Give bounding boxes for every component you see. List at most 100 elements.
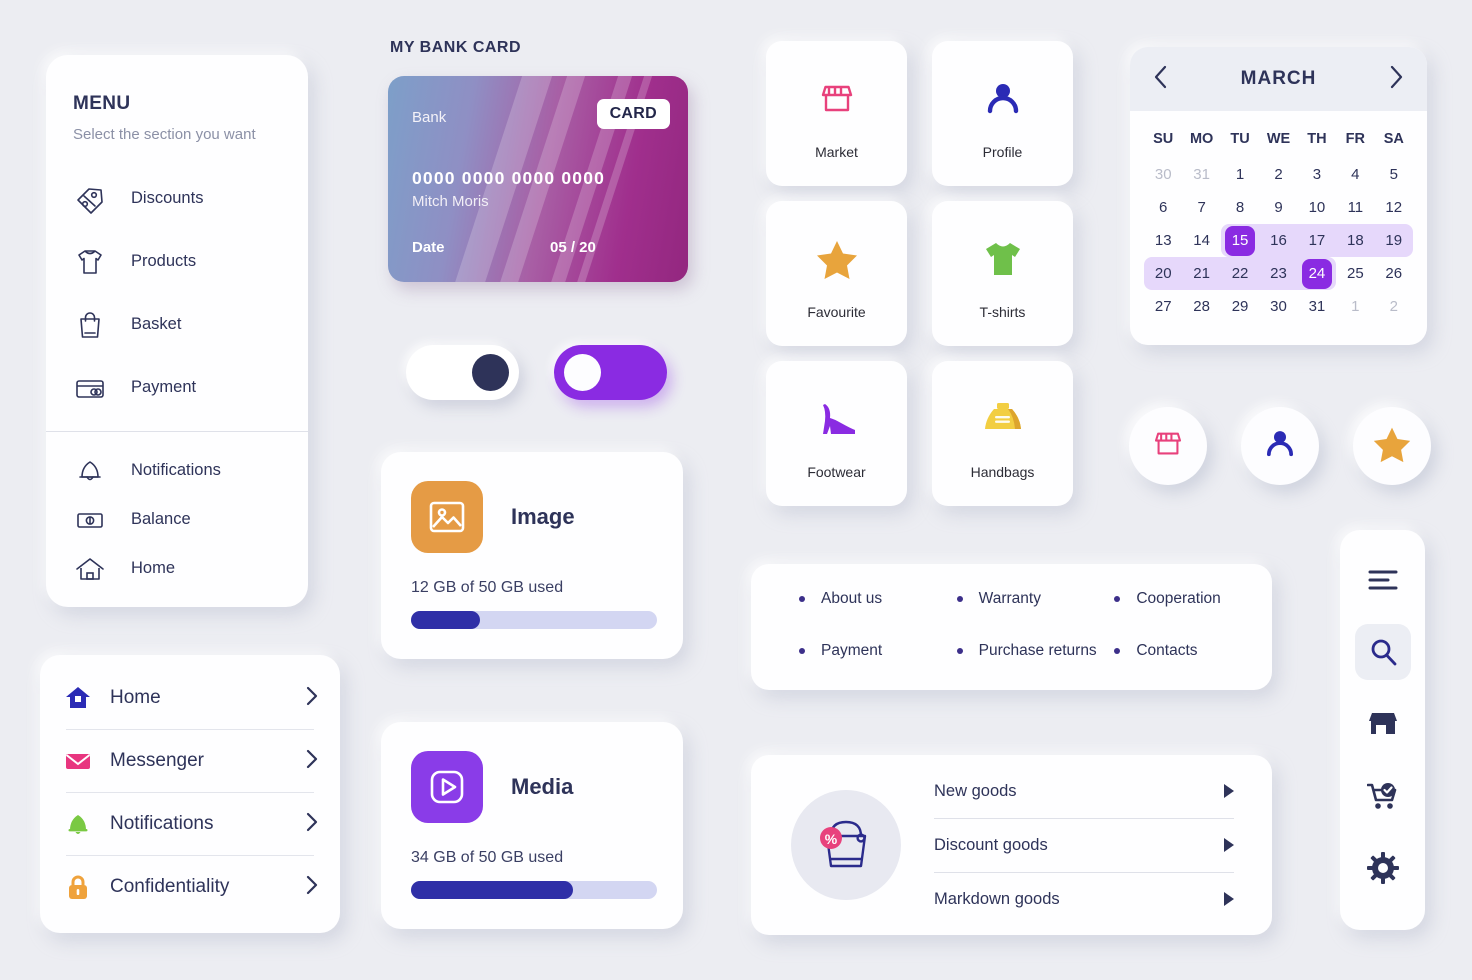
calendar-week-row: 20 21 22 23 24 25 26 — [1144, 257, 1413, 290]
storage-title: Image — [511, 504, 575, 529]
calendar-day-cell[interactable]: 14 — [1182, 224, 1220, 257]
calendar-day-cell[interactable]: 7 — [1182, 191, 1220, 224]
goods-row-label: New goods — [934, 781, 1017, 800]
calendar-day-cell[interactable]: 23 — [1259, 257, 1298, 290]
circle-button-profile[interactable] — [1241, 407, 1319, 485]
calendar-day-cell[interactable]: 12 — [1375, 191, 1413, 224]
category-tile-favourite[interactable]: Favourite — [766, 201, 907, 346]
calendar-day-cell[interactable]: 4 — [1336, 158, 1374, 191]
footer-link[interactable]: Cooperation — [1114, 590, 1272, 608]
calendar-day-cell[interactable]: 30 — [1144, 158, 1182, 191]
calendar-day-cell[interactable]: 31 — [1182, 158, 1220, 191]
bullet-dot-icon — [799, 648, 805, 654]
bank-card[interactable]: Bank CARD 0000 0000 0000 0000 Mitch Mori… — [388, 76, 688, 282]
store-filled-icon[interactable] — [1355, 696, 1411, 752]
chevron-right-icon[interactable] — [1388, 64, 1405, 95]
cart-check-icon[interactable] — [1355, 768, 1411, 824]
goods-row[interactable]: New goods — [934, 765, 1234, 818]
calendar-day-cell[interactable]: 17 — [1297, 224, 1337, 257]
calendar-day-cell[interactable]: 2 — [1375, 290, 1413, 323]
calendar-day-cell[interactable]: 22 — [1220, 257, 1260, 290]
calendar-day-cell[interactable]: 15 — [1220, 224, 1260, 257]
play-square-icon — [411, 751, 483, 823]
menu-item-label: Basket — [131, 315, 182, 333]
category-tile-profile[interactable]: Profile — [932, 41, 1073, 186]
calendar-day-cell[interactable]: 28 — [1182, 290, 1220, 323]
calendar-day-cell[interactable]: 20 — [1144, 257, 1183, 290]
chevron-right-icon — [306, 749, 318, 774]
calendar-day-cell[interactable]: 2 — [1259, 158, 1297, 191]
calendar-day-cell[interactable]: 9 — [1259, 191, 1297, 224]
footer-link[interactable]: Warranty — [956, 590, 1115, 608]
menu-item-basket[interactable]: Basket — [46, 293, 308, 356]
icon-toolbar — [1340, 530, 1425, 930]
nav-row-messenger[interactable]: Messenger — [40, 730, 340, 792]
menu-item-payment[interactable]: Payment — [46, 356, 308, 419]
search-icon[interactable] — [1354, 624, 1411, 680]
calendar-day-cell[interactable]: 27 — [1144, 290, 1182, 323]
category-label: Profile — [982, 143, 1023, 160]
category-tile-market[interactable]: Market — [766, 41, 907, 186]
menu-item-balance[interactable]: Balance — [46, 495, 308, 544]
calendar-day-cell[interactable]: 18 — [1336, 224, 1375, 257]
category-tile-footwear[interactable]: Footwear — [766, 361, 907, 506]
category-tile-tshirts[interactable]: T-shirts — [932, 201, 1073, 346]
menu-item-products[interactable]: Products — [46, 230, 308, 293]
nav-row-home[interactable]: Home — [40, 667, 340, 729]
calendar-day-cell[interactable]: 19 — [1374, 224, 1413, 257]
gear-icon[interactable] — [1355, 840, 1411, 896]
nav-row-label: Confidentiality — [110, 876, 230, 897]
toggle-switch-off[interactable] — [406, 345, 519, 400]
calendar-day-cell[interactable]: 8 — [1221, 191, 1259, 224]
goods-row[interactable]: Markdown goods — [934, 873, 1234, 926]
footer-link[interactable]: Contacts — [1114, 642, 1272, 660]
calendar-day-cell[interactable]: 1 — [1336, 290, 1374, 323]
hamburger-menu-icon[interactable] — [1355, 552, 1411, 608]
bullet-dot-icon — [956, 648, 963, 654]
toggle-switch-on[interactable] — [554, 345, 667, 400]
category-tile-handbags[interactable]: Handbags — [932, 361, 1073, 506]
calendar-day-cell[interactable]: 1 — [1221, 158, 1259, 191]
calendar-day-cell[interactable]: 11 — [1336, 191, 1374, 224]
menu-item-notifications[interactable]: Notifications — [46, 446, 308, 495]
nav-row-notifications[interactable]: Notifications — [40, 793, 340, 855]
calendar-day-cell[interactable]: 10 — [1298, 191, 1336, 224]
circle-button-favourite[interactable] — [1353, 407, 1431, 485]
calendar-day-cell[interactable]: 25 — [1336, 257, 1374, 290]
calendar-weeks: 30 31 1 2 3 4 5 6 7 8 9 10 11 12 13 14 15 16 17 18 19 20 21 22 2… — [1144, 158, 1413, 323]
circle-button-market[interactable] — [1129, 407, 1207, 485]
chevron-left-icon[interactable] — [1152, 64, 1169, 95]
user-icon — [1262, 426, 1298, 467]
calendar-day-cell[interactable]: 26 — [1375, 257, 1413, 290]
calendar-day-cell[interactable]: 31 — [1298, 290, 1336, 323]
calendar-dow-label: MO — [1189, 131, 1214, 147]
chevron-right-icon — [306, 686, 318, 711]
bank-card-bank-label: Bank — [412, 109, 447, 126]
calendar-week-row: 30 31 1 2 3 4 5 — [1144, 158, 1413, 191]
footer-link[interactable]: About us — [799, 590, 957, 608]
calendar-dow-row: SU MO TU WE TH FR SA — [1144, 123, 1413, 158]
calendar-day-cell[interactable]: 6 — [1144, 191, 1182, 224]
bell-outline-icon — [73, 454, 121, 488]
calendar-day-cell[interactable]: 5 — [1375, 158, 1413, 191]
footer-link[interactable]: Payment — [799, 642, 957, 660]
menu-item-discounts[interactable]: Discounts — [46, 167, 308, 230]
nav-row-confidentiality[interactable]: Confidentiality — [40, 856, 340, 918]
nav-row-label: Home — [110, 687, 161, 708]
calendar-day-cell[interactable]: 3 — [1298, 158, 1336, 191]
home-outline-icon — [73, 552, 121, 586]
price-tag-icon — [73, 182, 121, 216]
storage-progress-fill — [411, 881, 574, 899]
footer-link[interactable]: Purchase returns — [956, 642, 1115, 660]
calendar-header: MARCH — [1130, 47, 1427, 111]
calendar-day-cell[interactable]: 30 — [1259, 290, 1297, 323]
goods-row[interactable]: Discount goods — [934, 819, 1234, 872]
calendar-day-cell[interactable]: 16 — [1259, 224, 1298, 257]
calendar-day-cell[interactable]: 29 — [1221, 290, 1259, 323]
menu-item-label: Payment — [131, 378, 197, 396]
calendar-day-cell[interactable]: 24 — [1297, 257, 1337, 290]
home-filled-icon — [64, 684, 98, 712]
calendar-day-cell[interactable]: 13 — [1144, 224, 1182, 257]
calendar-day-cell[interactable]: 21 — [1182, 257, 1221, 290]
menu-item-home[interactable]: Home — [46, 544, 308, 593]
